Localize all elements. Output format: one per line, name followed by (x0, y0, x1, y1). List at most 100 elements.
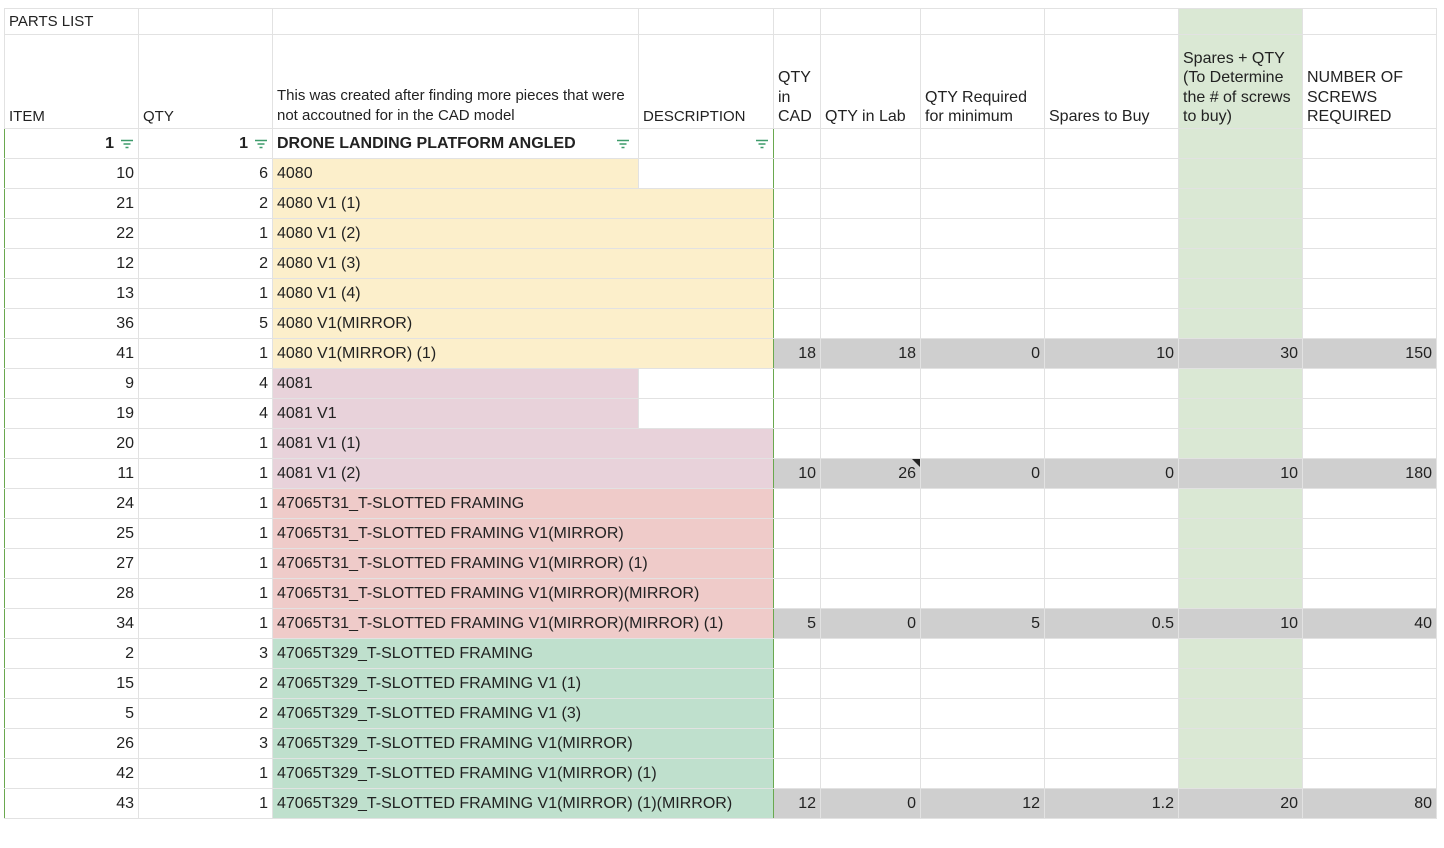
spares-plus-qty-summary[interactable]: 10 (1178, 608, 1303, 639)
qty-cell[interactable]: 6 (138, 158, 273, 189)
cell[interactable] (1178, 758, 1303, 789)
qty-in-lab-summary[interactable]: 18 (820, 338, 921, 369)
qty-required-summary[interactable]: 12 (920, 788, 1045, 819)
cell[interactable] (920, 248, 1045, 279)
item-cell[interactable]: 11 (4, 458, 139, 489)
cell[interactable] (773, 428, 821, 459)
item-cell[interactable]: 41 (4, 338, 139, 369)
cell[interactable] (820, 278, 921, 309)
cell[interactable] (773, 158, 821, 189)
item-cell[interactable]: 12 (4, 248, 139, 279)
part-name-cell[interactable]: 47065T329_T-SLOTTED FRAMING V1(MIRROR) (272, 728, 774, 759)
filter-cell-qty[interactable]: 1 (138, 128, 273, 159)
cell[interactable] (920, 428, 1045, 459)
cell[interactable] (1302, 578, 1437, 609)
qty-in-cad-summary[interactable]: 12 (773, 788, 821, 819)
cell[interactable] (820, 428, 921, 459)
cell[interactable] (920, 698, 1045, 729)
filter-list-icon[interactable] (120, 139, 134, 149)
cell[interactable] (1044, 188, 1179, 219)
part-name-cell[interactable]: 47065T329_T-SLOTTED FRAMING (272, 638, 774, 669)
item-cell[interactable]: 20 (4, 428, 139, 459)
cell[interactable] (1044, 158, 1179, 189)
cell[interactable] (1044, 758, 1179, 789)
cell[interactable] (1302, 728, 1437, 759)
qty-cell[interactable]: 4 (138, 398, 273, 429)
cell[interactable] (920, 218, 1045, 249)
item-cell[interactable]: 2 (4, 638, 139, 669)
header-qty-in-cad[interactable]: QTY in CAD (773, 34, 821, 129)
cell[interactable] (1302, 398, 1437, 429)
qty-cell[interactable]: 1 (138, 608, 273, 639)
cell[interactable] (820, 668, 921, 699)
qty-cell[interactable]: 1 (138, 548, 273, 579)
cell[interactable] (773, 668, 821, 699)
filter-list-icon[interactable] (616, 139, 630, 149)
qty-cell[interactable]: 1 (138, 458, 273, 489)
spares-to-buy-summary[interactable]: 10 (1044, 338, 1179, 369)
item-cell[interactable]: 34 (4, 608, 139, 639)
part-name-cell[interactable]: 47065T31_T-SLOTTED FRAMING V1(MIRROR) (272, 518, 774, 549)
description-cell[interactable] (638, 368, 774, 399)
item-cell[interactable]: 43 (4, 788, 139, 819)
cell[interactable] (773, 278, 821, 309)
cell[interactable] (1044, 668, 1179, 699)
item-cell[interactable]: 9 (4, 368, 139, 399)
qty-cell[interactable]: 2 (138, 188, 273, 219)
qty-cell[interactable]: 2 (138, 248, 273, 279)
qty-cell[interactable]: 1 (138, 488, 273, 519)
item-cell[interactable]: 25 (4, 518, 139, 549)
part-name-cell[interactable]: 47065T329_T-SLOTTED FRAMING V1 (1) (272, 668, 774, 699)
screws-required-summary[interactable]: 40 (1302, 608, 1437, 639)
item-cell[interactable]: 5 (4, 698, 139, 729)
item-cell[interactable]: 26 (4, 728, 139, 759)
cell[interactable] (1044, 428, 1179, 459)
cell[interactable] (1302, 758, 1437, 789)
header-qty[interactable]: QTY (138, 34, 273, 129)
cell[interactable] (920, 398, 1045, 429)
cell[interactable] (272, 8, 639, 35)
cell[interactable] (820, 548, 921, 579)
cell[interactable] (1302, 548, 1437, 579)
cell[interactable] (1178, 278, 1303, 309)
cell[interactable] (920, 578, 1045, 609)
header-qty-required[interactable]: QTY Required for minimum (920, 34, 1045, 129)
qty-cell[interactable]: 5 (138, 308, 273, 339)
cell[interactable] (1302, 428, 1437, 459)
header-screws-required[interactable]: NUMBER OF SCREWS REQUIRED (1302, 34, 1437, 129)
cell[interactable] (773, 548, 821, 579)
part-name-cell[interactable]: 4081 (272, 368, 639, 399)
qty-required-summary[interactable]: 0 (920, 338, 1045, 369)
header-note[interactable]: This was created after finding more piec… (272, 34, 639, 129)
cell[interactable] (820, 248, 921, 279)
qty-cell[interactable]: 2 (138, 698, 273, 729)
filter-cell-name[interactable]: DRONE LANDING PLATFORM ANGLED (272, 128, 639, 159)
cell[interactable] (820, 488, 921, 519)
qty-required-summary[interactable]: 0 (920, 458, 1045, 489)
filter-list-icon[interactable] (755, 139, 769, 149)
cell[interactable] (1044, 128, 1179, 159)
cell[interactable] (1178, 518, 1303, 549)
cell[interactable] (920, 728, 1045, 759)
cell[interactable] (1044, 398, 1179, 429)
cell[interactable] (1302, 308, 1437, 339)
cell[interactable] (820, 218, 921, 249)
cell[interactable] (1044, 698, 1179, 729)
cell[interactable] (773, 308, 821, 339)
cell[interactable] (773, 398, 821, 429)
cell[interactable] (1302, 158, 1437, 189)
qty-cell[interactable]: 1 (138, 218, 273, 249)
cell[interactable] (820, 698, 921, 729)
cell[interactable] (820, 158, 921, 189)
header-qty-in-lab[interactable]: QTY in Lab (820, 34, 921, 129)
item-cell[interactable]: 19 (4, 398, 139, 429)
cell[interactable] (773, 368, 821, 399)
qty-required-summary[interactable]: 5 (920, 608, 1045, 639)
cell[interactable] (1178, 578, 1303, 609)
cell[interactable] (1302, 8, 1437, 35)
cell[interactable] (1302, 218, 1437, 249)
cell[interactable] (820, 518, 921, 549)
qty-in-cad-summary[interactable]: 5 (773, 608, 821, 639)
cell[interactable] (773, 728, 821, 759)
cell[interactable] (920, 488, 1045, 519)
